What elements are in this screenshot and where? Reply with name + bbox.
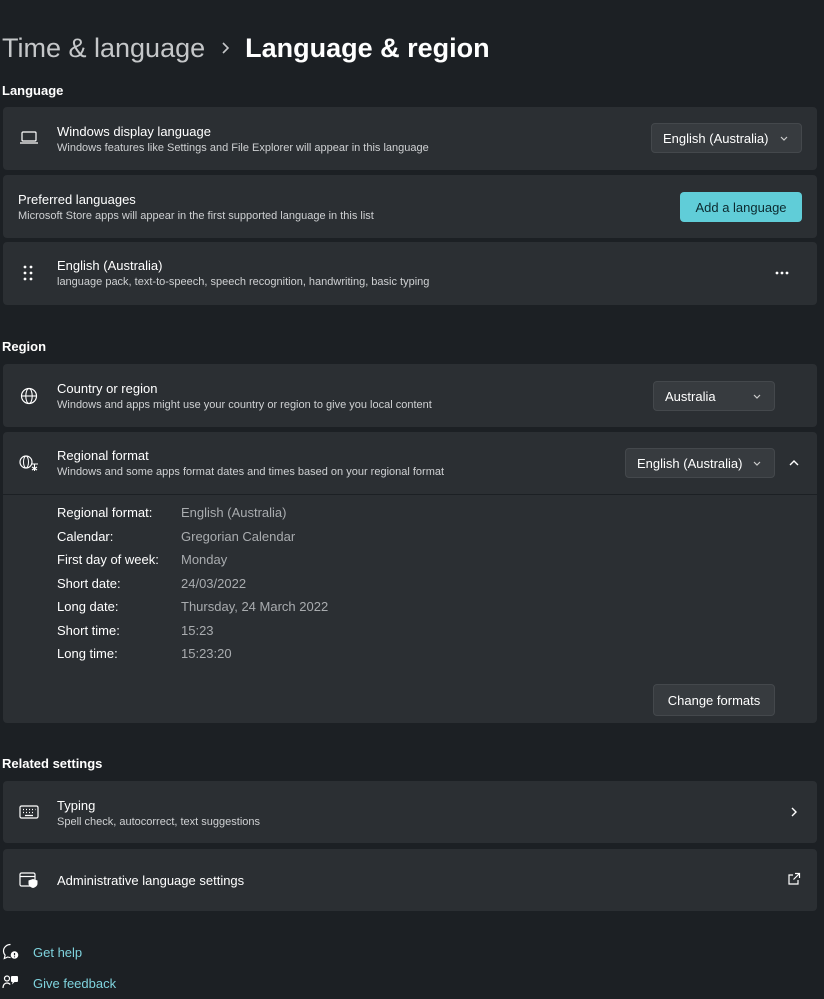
chevron-up-icon[interactable] [783, 452, 805, 474]
chevron-down-icon [779, 132, 789, 147]
preferred-languages-subtitle: Microsoft Store apps will appear in the … [18, 210, 374, 222]
regional-format-divider [3, 494, 817, 495]
display-language-title: Windows display language [57, 124, 211, 139]
regional-format-subtitle: Windows and some apps format dates and t… [57, 466, 445, 478]
format-row-label: Long date: [57, 599, 119, 614]
preferred-languages-title: Preferred languages [18, 192, 136, 207]
breadcrumb: Time & language Language & region [2, 28, 490, 68]
format-row-value: Thursday, 24 March 2022 [181, 599, 329, 614]
display-language-value: English (Australia) [663, 130, 769, 146]
format-row-label: Short time: [57, 623, 120, 638]
keyboard-icon [18, 802, 40, 822]
format-row-label: Long time: [57, 646, 118, 661]
format-row-value: 24/03/2022 [181, 576, 247, 591]
display-language-card: Windows display language Windows feature… [3, 107, 817, 170]
admin-shield-icon [18, 869, 40, 891]
give-feedback-icon [1, 973, 19, 991]
chevron-down-icon [752, 390, 762, 405]
external-link-icon [785, 870, 803, 888]
typing-subtitle: Spell check, autocorrect, text suggestio… [57, 816, 260, 828]
format-row-label: Calendar: [57, 529, 114, 544]
display-language-dropdown[interactable]: English (Australia) [651, 123, 802, 153]
chevron-down-icon [752, 457, 762, 472]
add-language-button[interactable]: Add a language [680, 192, 802, 222]
drag-handle-icon[interactable] [21, 264, 35, 282]
get-help-link[interactable]: Get help [33, 945, 82, 960]
give-feedback-link[interactable]: Give feedback [33, 976, 116, 991]
chevron-right-icon [205, 41, 245, 55]
format-row-label: Short date: [57, 576, 121, 591]
change-formats-button[interactable]: Change formats [653, 684, 775, 716]
country-region-card: Country or region Windows and apps might… [3, 364, 817, 427]
format-row-value: English (Australia) [181, 505, 287, 520]
chevron-right-icon [786, 803, 802, 821]
format-row-value: 15:23:20 [181, 646, 232, 661]
country-region-subtitle: Windows and apps might use your country … [57, 399, 432, 411]
related-settings-heading: Related settings [2, 756, 103, 771]
country-region-title: Country or region [57, 381, 158, 396]
regional-format-dropdown[interactable]: English (Australia) [625, 448, 775, 478]
regional-format-title: Regional format [57, 448, 149, 463]
more-options-icon[interactable] [770, 264, 794, 282]
typing-title: Typing [57, 798, 96, 813]
country-dropdown[interactable]: Australia [653, 381, 775, 411]
regional-format-value: English (Australia) [637, 455, 743, 471]
region-section-heading: Region [2, 339, 47, 354]
page-title: Language & region [245, 32, 490, 63]
admin-language-settings-card[interactable]: Administrative language settings [3, 849, 817, 911]
laptop-icon [19, 129, 39, 147]
installed-language-subtitle: language pack, text-to-speech, speech re… [57, 276, 430, 288]
language-section-heading: Language [2, 83, 64, 98]
typing-card[interactable]: Typing Spell check, autocorrect, text su… [3, 781, 817, 843]
preferred-languages-card: Preferred languages Microsoft Store apps… [3, 175, 817, 238]
installed-language-title: English (Australia) [57, 258, 163, 273]
regional-format-card: Regional format Windows and some apps fo… [3, 432, 817, 723]
format-row-label: Regional format: [57, 505, 153, 520]
display-language-subtitle: Windows features like Settings and File … [57, 142, 429, 154]
format-row-value: Monday [181, 552, 228, 567]
breadcrumb-parent-link[interactable]: Time & language [2, 33, 205, 64]
country-value: Australia [665, 388, 716, 404]
format-row-value: Gregorian Calendar [181, 529, 296, 544]
regional-format-icon [18, 452, 40, 474]
format-row-value: 15:23 [181, 623, 214, 638]
globe-icon [18, 385, 40, 407]
format-row-label: First day of week: [57, 552, 159, 567]
language-list-item[interactable]: English (Australia) language pack, text-… [3, 242, 817, 305]
admin-language-settings-title: Administrative language settings [57, 873, 245, 888]
get-help-icon [1, 942, 19, 960]
